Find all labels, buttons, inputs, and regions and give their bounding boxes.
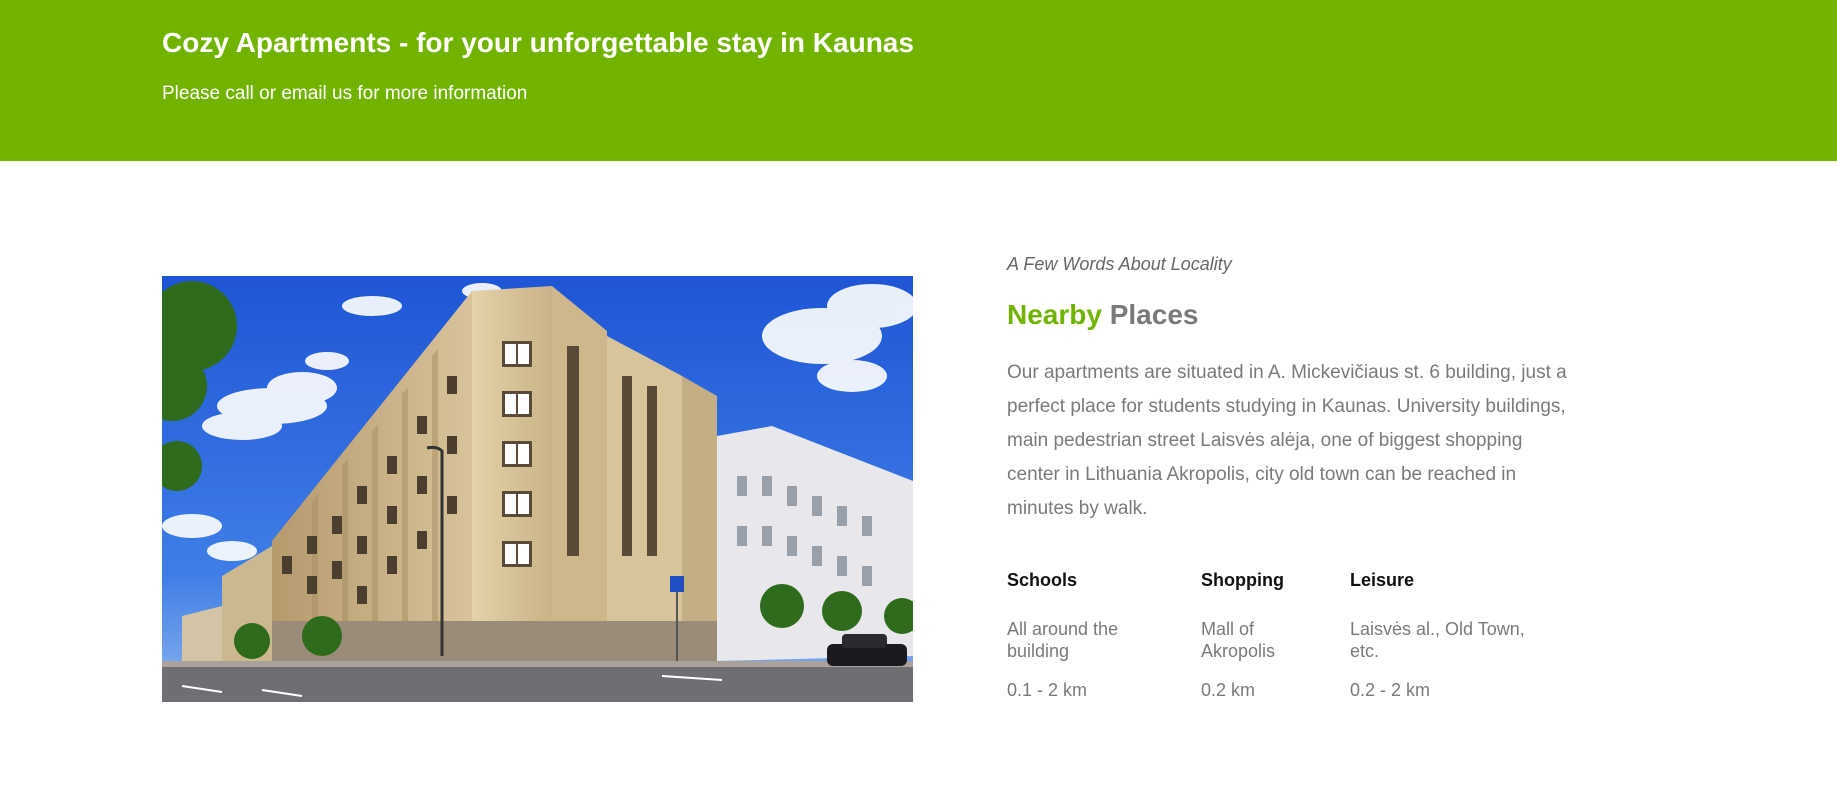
site-title: Cozy Apartments - for your unforgettable… [162,27,914,58]
section-eyebrow: A Few Words About Locality [1007,254,1232,274]
category-heading: Schools [1007,570,1078,590]
category-heading: Shopping [1201,570,1284,590]
category-heading: Leisure [1350,570,1415,590]
category-places: All around the building [1007,619,1119,661]
site-subtitle: Please call or email us for more informa… [162,83,528,104]
category-places: Laisvės al., Old Town, etc. [1350,619,1525,661]
category-distance: 0.2 - 2 km [1350,680,1431,700]
title-accent: Nearby [1007,299,1102,330]
category-places: Mall of Akropolis [1201,619,1276,661]
site-header: Cozy Apartments - for your unforgettable… [0,0,1837,161]
category-leisure: Leisure Laisvės al., Old Town, etc. 0.2 … [1350,570,1550,700]
locality-section: A Few Words About Locality Nearby Places… [1007,254,1587,700]
apartment-building-photo [162,276,913,702]
category-shopping: Shopping Mall of Akropolis 0.2 km [1201,570,1331,700]
section-title: Nearby Places [1007,299,1587,331]
category-distance: 0.1 - 2 km [1007,680,1088,700]
title-rest: Places [1109,299,1199,330]
category-schools: Schools All around the building 0.1 - 2 … [1007,570,1177,700]
category-distance: 0.2 km [1201,680,1256,700]
locality-description: Our apartments are situated in A. Mickev… [1007,362,1567,519]
